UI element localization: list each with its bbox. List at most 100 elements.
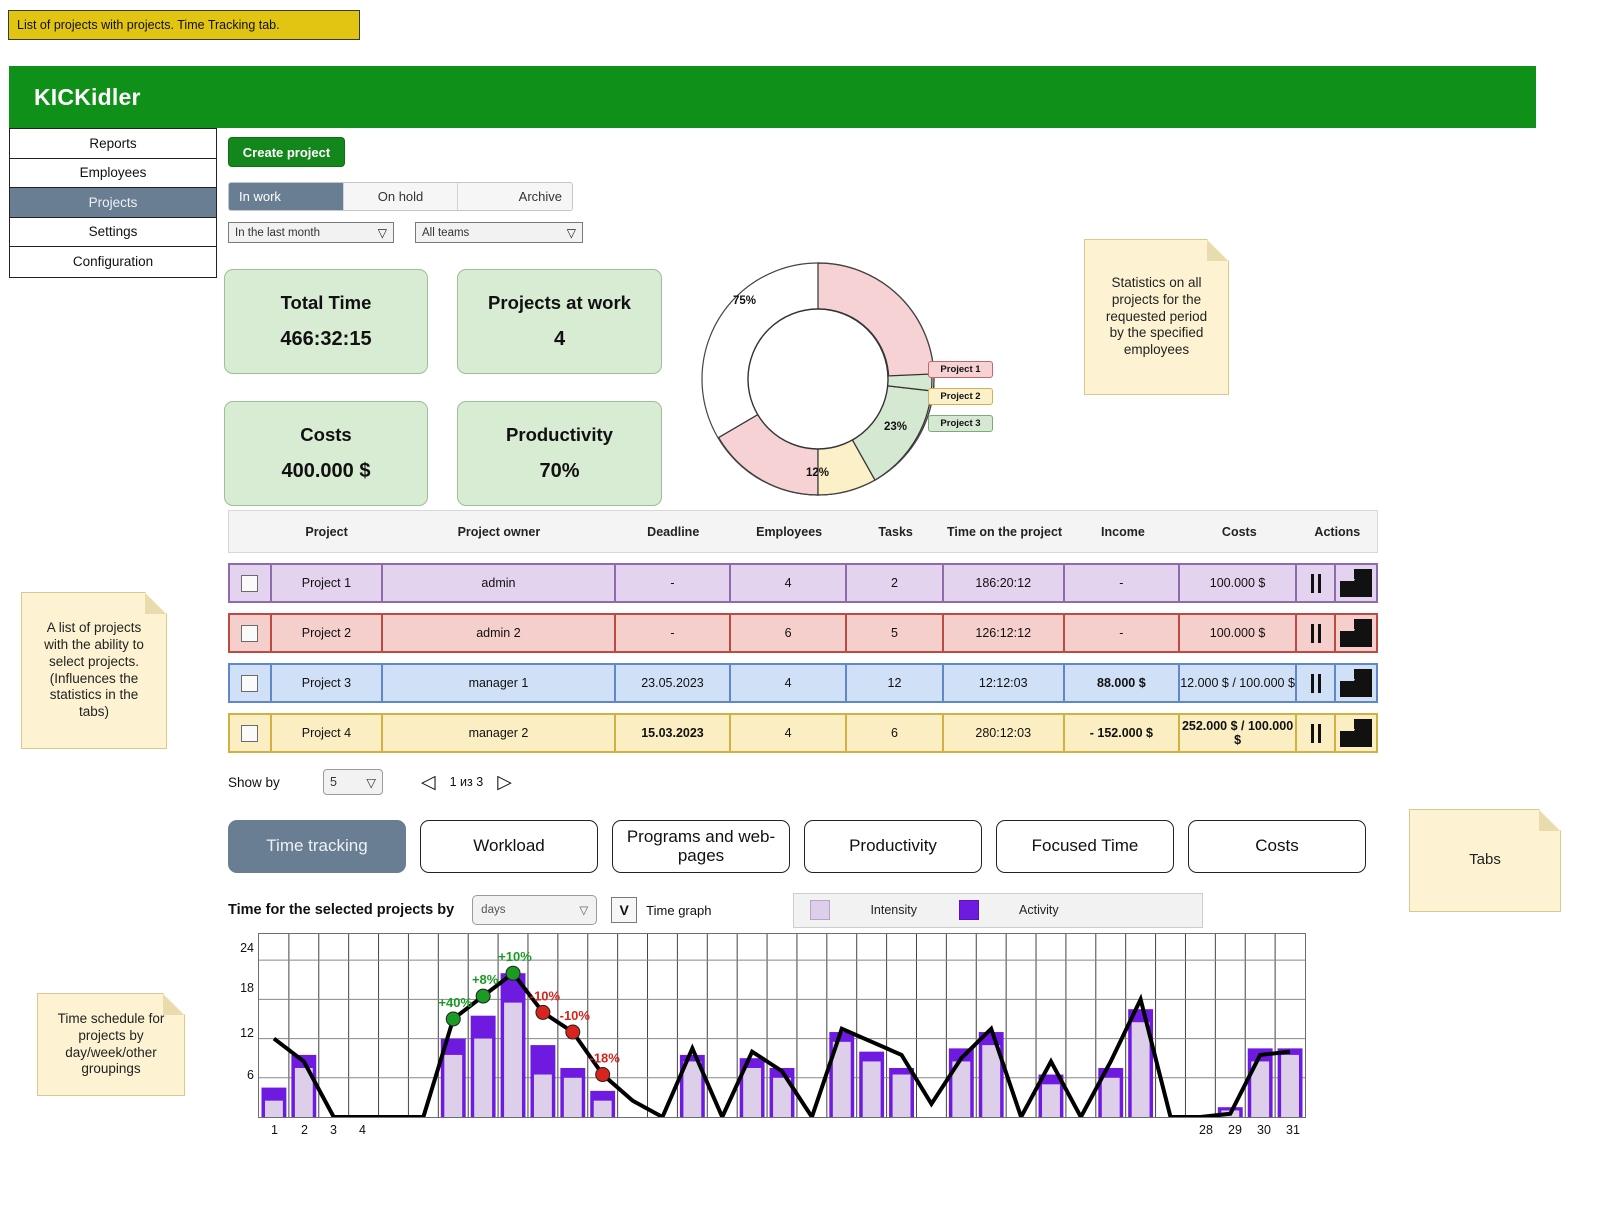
archive-action-cell[interactable] xyxy=(1336,565,1376,601)
row-checkbox-cell[interactable] xyxy=(230,715,272,751)
cell-employees: 4 xyxy=(731,665,847,701)
chevron-down-icon: ▽ xyxy=(377,225,387,240)
column-header-employees: Employees xyxy=(756,524,823,539)
tab-focused-time[interactable]: Focused Time xyxy=(996,820,1174,873)
sidebar-item-projects[interactable]: Projects xyxy=(10,188,216,218)
table-row[interactable]: Project 1 admin - 4 2 186:20:12 - 100.00… xyxy=(228,563,1378,603)
note-fold-icon xyxy=(145,593,166,614)
app-logo: KICKidler xyxy=(34,83,141,110)
create-project-label: Create project xyxy=(242,144,331,160)
y-tick-6: 6 xyxy=(247,1068,254,1082)
pause-icon[interactable] xyxy=(1309,723,1323,743)
cell-project: Project 2 xyxy=(272,615,384,651)
prev-page-icon[interactable]: ◁ xyxy=(421,773,436,792)
tab-productivity[interactable]: Productivity xyxy=(804,820,982,873)
cell-deadline: 23.05.2023 xyxy=(616,665,732,701)
sidebar-item-configuration[interactable]: Configuration xyxy=(10,247,216,277)
kpi-title: Total Time xyxy=(280,292,372,313)
legend-item-project-2[interactable]: Project 2 xyxy=(928,388,993,405)
time-graph-plot: +40% +8% +10% -10% -10% -18% xyxy=(258,933,1306,1118)
cell-tasks: 6 xyxy=(847,715,944,751)
cell-time-on-project: 186:20:12 xyxy=(944,565,1065,601)
legend-item-project-1[interactable]: Project 1 xyxy=(928,361,993,378)
sidebar-item-settings[interactable]: Settings xyxy=(10,217,216,247)
pause-icon[interactable] xyxy=(1309,673,1323,693)
pause-icon[interactable] xyxy=(1309,573,1323,593)
pause-icon[interactable] xyxy=(1309,623,1323,643)
table-row[interactable]: Project 3 manager 1 23.05.2023 4 12 12:1… xyxy=(228,663,1378,703)
archive-action-cell[interactable] xyxy=(1336,715,1376,751)
annotation-banner-text: List of projects with projects. Time Tra… xyxy=(17,18,280,32)
row-checkbox[interactable] xyxy=(241,724,259,742)
granularity-select[interactable]: days ▽ xyxy=(472,895,598,925)
legend-swatch-intensity xyxy=(810,900,831,920)
time-graph-toggle[interactable]: V xyxy=(611,897,638,923)
legend-label-activity: Activity xyxy=(1019,903,1059,917)
donut-legend: Project 1 Project 2 Project 3 xyxy=(928,361,993,442)
time-graph: 24 18 12 6 +40% +8% +10% -10% -10% -18% 1 2 3… xyxy=(228,933,1308,1148)
detail-tabs: Time tracking Workload Programs and web-… xyxy=(228,820,1608,873)
cell-income: 88.000 $ xyxy=(1065,665,1181,701)
archive-icon[interactable] xyxy=(1338,618,1374,648)
table-row[interactable]: Project 2 admin 2 - 6 5 126:12:12 - 100.… xyxy=(228,613,1378,653)
row-checkbox-cell[interactable] xyxy=(230,615,272,651)
row-checkbox[interactable] xyxy=(241,624,259,642)
status-tab-on-hold[interactable]: On hold xyxy=(343,183,459,210)
donut-hole xyxy=(747,308,889,450)
sidebar: Reports Employees Projects Settings Conf… xyxy=(9,128,217,278)
tab-programs-and-web-pages[interactable]: Programs and web-pages xyxy=(612,820,790,873)
create-project-button[interactable]: Create project xyxy=(228,137,345,167)
table-row[interactable]: Project 4 manager 2 15.03.2023 4 6 280:1… xyxy=(228,713,1378,753)
callout-schedule: Time schedule for projects by day/week/o… xyxy=(37,993,185,1096)
annotation-banner: List of projects with projects. Time Tra… xyxy=(8,10,360,40)
period-filter-select[interactable]: In the last month ▽ xyxy=(228,222,394,243)
pause-action-cell[interactable] xyxy=(1297,715,1337,751)
tab-workload[interactable]: Workload xyxy=(420,820,598,873)
column-header-actions: Actions xyxy=(1314,524,1361,539)
tab-label: Productivity xyxy=(849,836,937,856)
cell-costs: 252.000 $ / 100.000 $ xyxy=(1180,715,1297,751)
row-checkbox[interactable] xyxy=(241,674,259,692)
pause-action-cell[interactable] xyxy=(1297,665,1337,701)
status-tab-archive[interactable]: Archive xyxy=(458,183,572,210)
team-filter-select[interactable]: All teams ▽ xyxy=(415,222,583,243)
y-tick-24: 24 xyxy=(240,941,254,955)
chevron-down-icon: ▽ xyxy=(566,225,576,240)
archive-icon[interactable] xyxy=(1338,718,1374,748)
legend-item-project-3[interactable]: Project 3 xyxy=(928,415,993,432)
tab-costs[interactable]: Costs xyxy=(1188,820,1366,873)
kpi-title: Costs xyxy=(300,424,352,445)
sidebar-item-employees[interactable]: Employees xyxy=(10,158,216,188)
cell-project-owner: admin 2 xyxy=(383,615,616,651)
time-graph-toggle-label: Time graph xyxy=(646,902,712,918)
row-checkbox-cell[interactable] xyxy=(230,665,272,701)
status-tab-in-work[interactable]: In work xyxy=(229,183,344,210)
cell-tasks: 2 xyxy=(847,565,944,601)
tab-label: Workload xyxy=(473,836,545,856)
team-filter-value: All teams xyxy=(422,226,470,239)
page-size-select[interactable]: 5 ▽ xyxy=(323,769,383,795)
donut-label-project-2: 12% xyxy=(806,467,830,479)
row-checkbox-cell[interactable] xyxy=(230,565,272,601)
archive-action-cell[interactable] xyxy=(1336,665,1376,701)
donut-label-project-3: 23% xyxy=(884,421,908,433)
tab-time-tracking[interactable]: Time tracking xyxy=(228,820,406,873)
tab-label: Focused Time xyxy=(1031,836,1139,856)
x-tick-31: 31 xyxy=(1286,1123,1300,1137)
chevron-down-icon: ▽ xyxy=(366,775,376,790)
pause-action-cell[interactable] xyxy=(1297,565,1337,601)
archive-icon[interactable] xyxy=(1338,668,1374,698)
y-axis-labels: 24 18 12 6 xyxy=(228,933,254,1118)
row-checkbox[interactable] xyxy=(241,574,259,592)
graph-title: Time for the selected projects by xyxy=(228,902,455,918)
pause-action-cell[interactable] xyxy=(1297,615,1337,651)
sidebar-item-reports[interactable]: Reports xyxy=(10,129,216,159)
sidebar-item-label: Employees xyxy=(79,165,147,181)
archive-action-cell[interactable] xyxy=(1336,615,1376,651)
archive-icon[interactable] xyxy=(1338,568,1374,598)
kpi-value: 70% xyxy=(539,460,580,482)
next-page-icon[interactable]: ▷ xyxy=(497,773,512,792)
cell-project-owner: admin xyxy=(383,565,616,601)
x-tick-2: 2 xyxy=(301,1123,308,1137)
tab-label: Costs xyxy=(1255,836,1299,856)
